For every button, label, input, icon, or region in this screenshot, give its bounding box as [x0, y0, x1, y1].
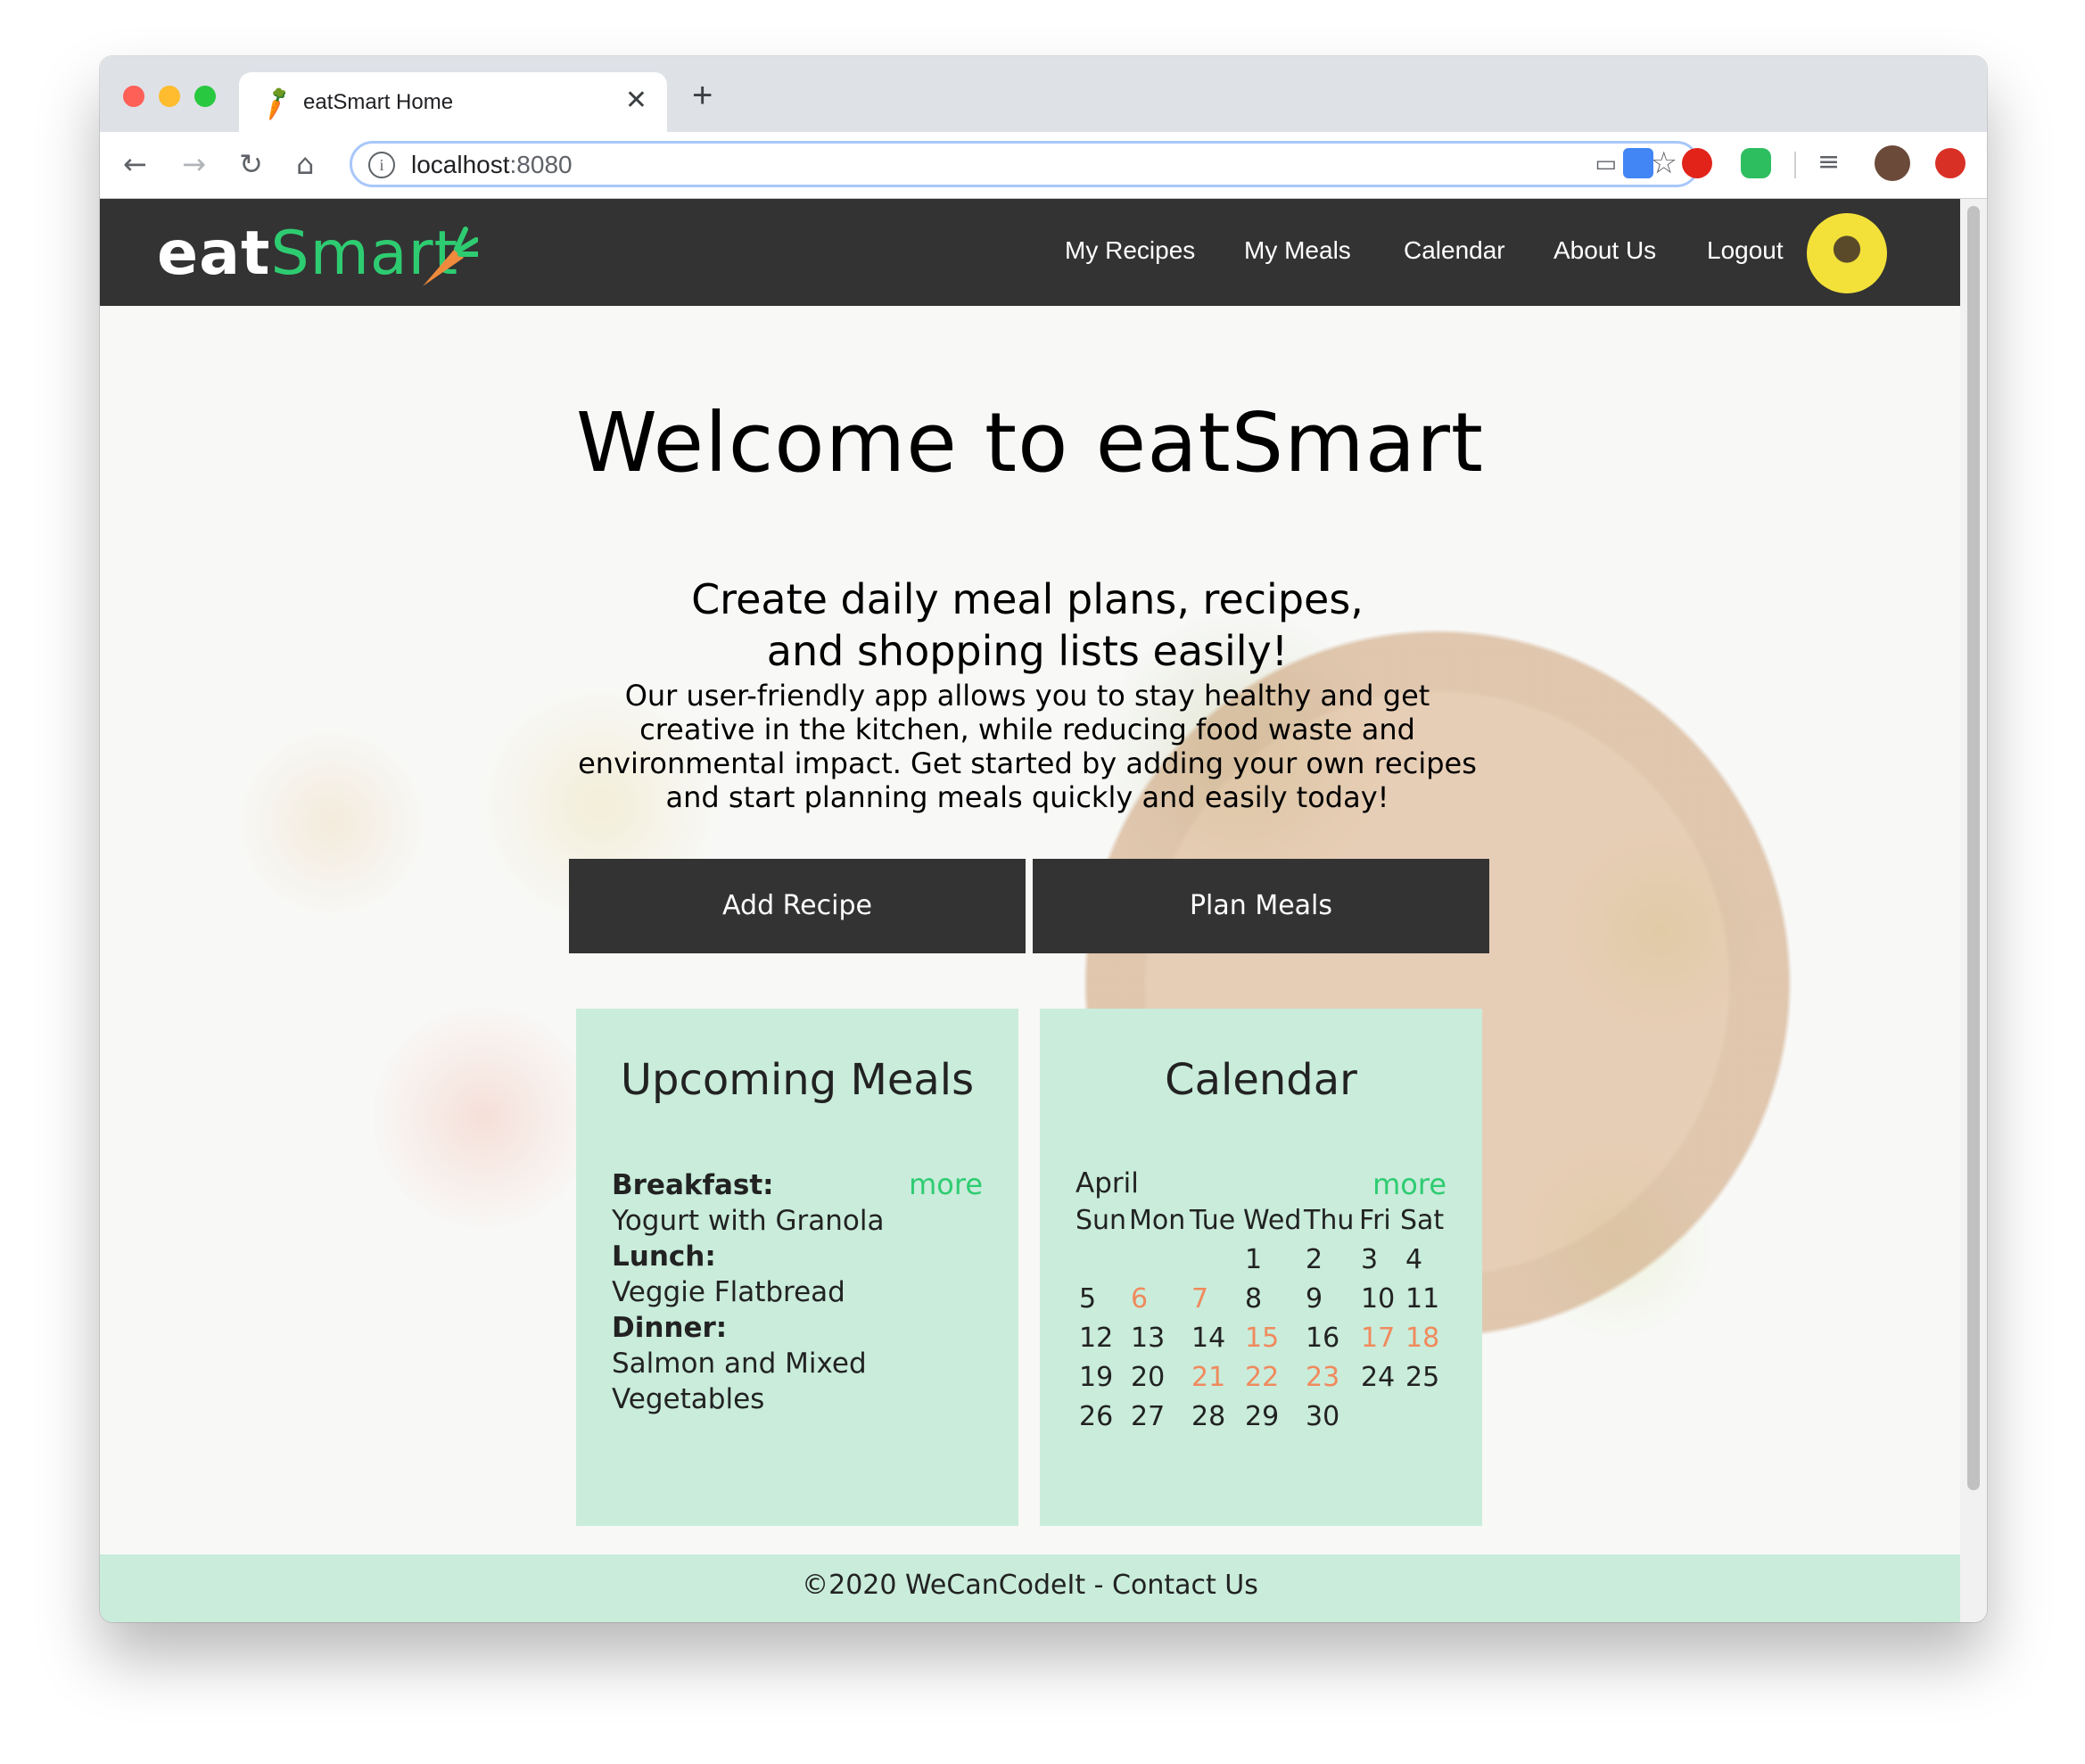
calendar-weekday: Fri [1359, 1205, 1391, 1236]
adblock-extension-icon[interactable] [1682, 148, 1712, 178]
calendar-day[interactable]: 13 [1131, 1323, 1165, 1354]
lunch-label: Lunch: [612, 1241, 716, 1273]
calendar-day[interactable]: 12 [1079, 1323, 1113, 1354]
calendar-day[interactable]: 9 [1306, 1283, 1323, 1315]
nav-my-meals[interactable]: My Meals [1244, 236, 1351, 265]
calendar-day[interactable]: 25 [1405, 1362, 1439, 1393]
upcoming-meals-title: Upcoming Meals [620, 1055, 975, 1105]
page-scrollbar[interactable] [1960, 199, 1987, 1622]
calendar-day[interactable]: 23 [1306, 1362, 1339, 1393]
evernote-extension-icon[interactable] [1741, 148, 1771, 178]
calendar-day[interactable]: 2 [1306, 1244, 1323, 1275]
site-info-icon[interactable]: i [368, 152, 395, 178]
minimize-window-button[interactable] [159, 86, 180, 107]
upcoming-meals-card: Upcoming Meals more Breakfast: Yogurt wi… [576, 1009, 1018, 1526]
nav-about-us[interactable]: About Us [1553, 236, 1656, 265]
address-bar[interactable]: i localhost:8080 ▭ ☆ [350, 141, 1700, 187]
calendar-day[interactable]: 28 [1191, 1401, 1225, 1432]
dinner-value: Salmon and Mixed Vegetables [612, 1348, 867, 1415]
calendar-weekday: Sat [1400, 1205, 1445, 1236]
calendar-day[interactable]: 18 [1405, 1323, 1439, 1354]
close-window-button[interactable] [123, 86, 144, 107]
media-control-icon[interactable]: ≡ [1817, 146, 1840, 177]
page-title: Welcome to eatSmart [575, 395, 1485, 490]
calendar-weekday: Tue [1190, 1205, 1236, 1236]
calendar-day[interactable]: 19 [1079, 1362, 1113, 1393]
hero-description: Our user-friendly app allows you to stay… [578, 679, 1477, 814]
home-icon[interactable]: ⌂ [296, 144, 314, 184]
calendar-day[interactable]: 11 [1405, 1283, 1439, 1315]
site-navbar: eatSmart My Recipes My Meals Calendar Ab… [100, 199, 1960, 306]
toolbar-divider [1794, 152, 1796, 178]
browser-window: 🥕 eatSmart Home ✕ + ← → ↻ ⌂ i localhost:… [100, 56, 1987, 1622]
plan-meals-button[interactable]: Plan Meals [1033, 859, 1489, 953]
calendar-day[interactable]: 24 [1361, 1362, 1395, 1393]
calendar-day[interactable]: 26 [1079, 1401, 1113, 1432]
meals-list: Breakfast: Yogurt with Granola Lunch: Ve… [612, 1167, 933, 1417]
profile-avatar-icon[interactable] [1875, 145, 1910, 181]
calendar-day[interactable]: 10 [1361, 1283, 1395, 1315]
browser-titlebar: 🥕 eatSmart Home ✕ + [100, 56, 1987, 132]
calendar-day[interactable]: 27 [1131, 1401, 1165, 1432]
calendar-weekday: Sun [1075, 1205, 1127, 1236]
update-icon[interactable] [1935, 148, 1966, 178]
carrot-logo-icon [423, 227, 478, 286]
web-page: eatSmart My Recipes My Meals Calendar Ab… [100, 199, 1960, 1622]
install-app-icon[interactable]: ▭ [1595, 151, 1617, 177]
carrot-icon: 🥕 [255, 82, 297, 124]
tab-close-icon[interactable]: ✕ [625, 85, 647, 116]
bookmark-star-icon[interactable]: ☆ [1651, 145, 1677, 181]
calendar-day[interactable]: 15 [1245, 1323, 1279, 1354]
url-text[interactable]: localhost:8080 [411, 151, 573, 179]
calendar-day[interactable]: 4 [1405, 1244, 1422, 1275]
dinner-label: Dinner: [612, 1312, 728, 1344]
calendar-card: Calendar more April Sun Mon Tue Wed Thu Fri Sa… [1040, 1009, 1482, 1526]
browser-toolbar: ← → ↻ ⌂ i localhost:8080 ▭ ☆ ≡ [100, 132, 1987, 199]
calendar-day[interactable]: 3 [1361, 1244, 1378, 1275]
browser-tab-active[interactable]: 🥕 eatSmart Home ✕ [239, 72, 667, 132]
nav-my-recipes[interactable]: My Recipes [1065, 236, 1195, 265]
calendar-day[interactable]: 8 [1245, 1283, 1262, 1315]
new-tab-button[interactable]: + [692, 76, 713, 116]
breakfast-value: Yogurt with Granola [612, 1205, 885, 1237]
calendar-day[interactable]: 5 [1079, 1283, 1096, 1315]
site-footer[interactable]: ©2020 WeCanCodeIt - Contact Us [100, 1554, 1960, 1622]
breakfast-label: Breakfast: [612, 1169, 774, 1201]
calendar-weekday: Thu [1304, 1205, 1355, 1236]
back-arrow-icon[interactable]: ← [123, 144, 147, 184]
calendar-day[interactable]: 29 [1245, 1401, 1279, 1432]
calendar-day[interactable]: 1 [1245, 1244, 1262, 1275]
calendar-title: Calendar [1165, 1055, 1357, 1105]
calendar-day[interactable]: 17 [1361, 1323, 1395, 1354]
forward-arrow-icon[interactable]: → [182, 144, 206, 184]
lunch-value: Veggie Flatbread [612, 1276, 845, 1308]
calendar-day[interactable]: 30 [1306, 1401, 1339, 1432]
calendar-day[interactable]: 14 [1191, 1323, 1225, 1354]
user-avatar[interactable] [1807, 213, 1887, 293]
reload-icon[interactable]: ↻ [239, 144, 263, 184]
calendar-more-link[interactable]: more [1372, 1167, 1446, 1201]
calendar-day[interactable]: 20 [1131, 1362, 1165, 1393]
hero-background-image [100, 306, 1960, 1554]
calendar-day[interactable]: 16 [1306, 1323, 1339, 1354]
calendar-day[interactable]: 22 [1245, 1362, 1279, 1393]
nav-calendar[interactable]: Calendar [1404, 236, 1505, 265]
scrollbar-thumb[interactable] [1967, 206, 1980, 1490]
tab-title: eatSmart Home [303, 90, 454, 114]
maximize-window-button[interactable] [194, 86, 216, 107]
hero-section: Welcome to eatSmart Create daily meal pl… [100, 306, 1960, 1554]
site-logo[interactable]: eatSmart [157, 218, 478, 289]
translate-extension-icon[interactable] [1623, 148, 1653, 178]
calendar-day[interactable]: 6 [1131, 1283, 1148, 1315]
calendar-day[interactable]: 7 [1191, 1283, 1208, 1315]
calendar-weekday: Wed [1243, 1205, 1302, 1236]
calendar-day[interactable]: 21 [1191, 1362, 1225, 1393]
hero-subtitle: Create daily meal plans, recipes, and sh… [691, 575, 1364, 675]
add-recipe-button[interactable]: Add Recipe [569, 859, 1026, 953]
calendar-month: April [1075, 1167, 1139, 1199]
nav-logout[interactable]: Logout [1707, 236, 1784, 265]
calendar-weekday: Mon [1129, 1205, 1186, 1236]
